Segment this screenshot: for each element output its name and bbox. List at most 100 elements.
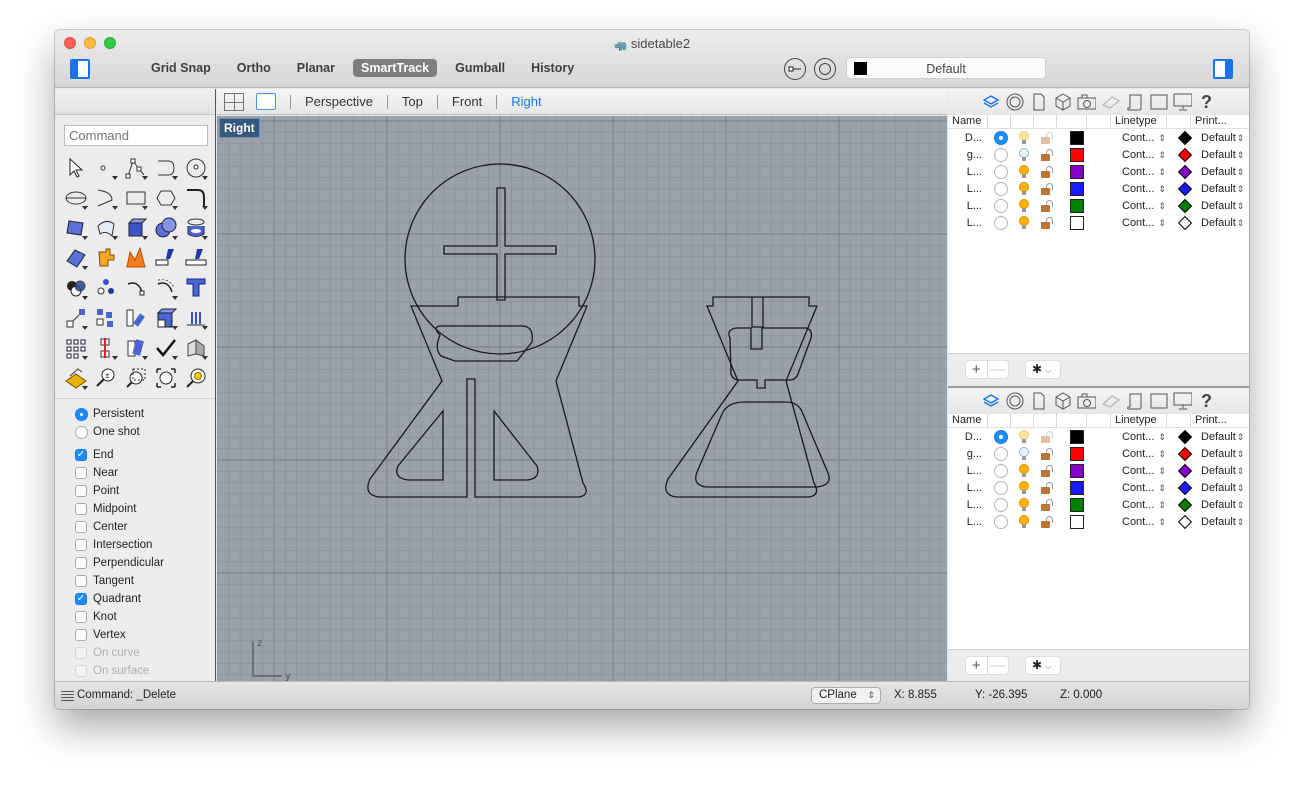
flyout-caret-icon[interactable] xyxy=(202,236,208,240)
surface-from-points-tool-button[interactable] xyxy=(61,213,91,243)
osnap-point-button[interactable] xyxy=(784,58,806,80)
linetype-column-header[interactable]: Linetype xyxy=(1111,115,1167,128)
linetype-select[interactable]: Cont... ⇕ xyxy=(1122,217,1172,229)
remove-layer-button[interactable]: — xyxy=(986,361,1009,378)
lightbulb-icon[interactable] xyxy=(1018,130,1030,145)
layer-color-swatch[interactable] xyxy=(1070,198,1084,213)
flyout-caret-icon[interactable] xyxy=(142,236,148,240)
text-tool-button[interactable] xyxy=(181,273,211,303)
layer-color-swatch[interactable] xyxy=(1070,429,1084,444)
flyout-caret-icon[interactable] xyxy=(202,356,208,360)
flyout-caret-icon[interactable] xyxy=(82,296,88,300)
print-width-select[interactable]: Default⇕ xyxy=(1201,516,1244,528)
layer-name[interactable]: L... xyxy=(948,516,986,528)
flyout-caret-icon[interactable] xyxy=(82,326,88,330)
current-layer-radio[interactable] xyxy=(994,497,1008,512)
mode-gumball-button[interactable]: Gumball xyxy=(447,59,513,77)
current-layer-radio[interactable] xyxy=(994,198,1008,213)
polygon-tool-button[interactable] xyxy=(151,183,181,213)
document-icon[interactable] xyxy=(1029,93,1048,112)
light-tool-button[interactable] xyxy=(61,363,91,393)
toggle-left-sidebar-button[interactable] xyxy=(70,59,90,79)
curve-edit-tool-button[interactable] xyxy=(121,273,151,303)
layer-row[interactable]: L... Cont... ⇕ Default⇕ xyxy=(948,462,1249,479)
print-width-select[interactable]: Default⇕ xyxy=(1201,166,1244,178)
flyout-caret-icon[interactable] xyxy=(112,356,118,360)
flyout-caret-icon[interactable] xyxy=(112,206,118,210)
layer-row[interactable]: D... Cont... ⇕ Default⇕ xyxy=(948,129,1249,146)
remove-layer-button[interactable]: — xyxy=(986,657,1009,674)
print-width-select[interactable]: Default⇕ xyxy=(1201,431,1244,443)
print-width-select[interactable]: Default⇕ xyxy=(1201,132,1244,144)
leg-piece-left-curve[interactable] xyxy=(367,296,588,498)
flyout-caret-icon[interactable] xyxy=(202,326,208,330)
mode-grid-snap-button[interactable]: Grid Snap xyxy=(143,59,219,77)
arc-tool-button[interactable] xyxy=(91,183,121,213)
document-icon[interactable] xyxy=(1029,392,1048,411)
lightbulb-icon[interactable] xyxy=(1018,215,1030,230)
mode-planar-button[interactable]: Planar xyxy=(289,59,343,77)
print-width-select[interactable]: Default⇕ xyxy=(1201,465,1244,477)
camera-icon[interactable] xyxy=(1077,392,1096,411)
print-color-diamond[interactable] xyxy=(1177,446,1193,461)
osnap-knot[interactable]: Knot xyxy=(75,608,164,626)
cylinder-tool-button[interactable] xyxy=(181,213,211,243)
mode-ortho-button[interactable]: Ortho xyxy=(229,59,279,77)
flyout-caret-icon[interactable] xyxy=(82,206,88,210)
layers-icon[interactable] xyxy=(981,93,1000,112)
flyout-caret-icon[interactable] xyxy=(202,176,208,180)
tab-front[interactable]: Front xyxy=(452,94,482,109)
checkbox[interactable] xyxy=(75,575,87,587)
layer-color-swatch[interactable] xyxy=(1070,130,1084,145)
lock-icon[interactable] xyxy=(1041,165,1053,178)
flyout-caret-icon[interactable] xyxy=(142,176,148,180)
print-color-diamond[interactable] xyxy=(1177,429,1193,444)
curve-tool-button[interactable] xyxy=(151,153,181,183)
flyout-caret-icon[interactable] xyxy=(172,236,178,240)
current-layer-radio[interactable] xyxy=(994,215,1008,230)
add-layer-button[interactable]: + xyxy=(966,657,987,674)
solid-edit-tool-button[interactable] xyxy=(151,303,181,333)
lower-cutout-right-curve[interactable] xyxy=(695,401,830,488)
lock-icon[interactable] xyxy=(1041,148,1053,161)
box-tool-button[interactable] xyxy=(121,213,151,243)
move-tool-button[interactable] xyxy=(61,303,91,333)
lightbulb-icon[interactable] xyxy=(1018,164,1030,179)
camera-icon[interactable] xyxy=(1077,93,1096,112)
layer-name[interactable]: L... xyxy=(948,217,986,229)
current-layer-radio[interactable] xyxy=(994,130,1008,145)
print-width-select[interactable]: Default⇕ xyxy=(1201,499,1244,511)
linetype-select[interactable]: Cont... ⇕ xyxy=(1122,448,1172,460)
layer-row[interactable]: D... Cont... ⇕ Default⇕ xyxy=(948,428,1249,445)
zoom-selected-tool-button[interactable] xyxy=(181,363,211,393)
flyout-caret-icon[interactable] xyxy=(112,236,118,240)
checkbox[interactable] xyxy=(75,611,87,623)
name-column-header[interactable]: Name xyxy=(948,115,988,128)
left-triangle-cutout-curve[interactable] xyxy=(396,409,444,481)
viewport-icon[interactable] xyxy=(1149,93,1168,112)
layer-color-swatch[interactable] xyxy=(1070,497,1084,512)
upper-cutout-right-curve[interactable] xyxy=(728,327,813,389)
toggle-right-sidebar-button[interactable] xyxy=(1213,59,1233,79)
lightbulb-icon[interactable] xyxy=(1018,198,1030,213)
tab-perspective[interactable]: Perspective xyxy=(305,94,373,109)
rotate-tool-button[interactable] xyxy=(121,303,151,333)
lightbulb-icon[interactable] xyxy=(1018,514,1030,529)
linetype-select[interactable]: Cont... ⇕ xyxy=(1122,200,1172,212)
current-layer-radio[interactable] xyxy=(994,164,1008,179)
checkbox[interactable] xyxy=(75,467,87,479)
lock-icon[interactable] xyxy=(1041,199,1053,212)
osnap-quadrant[interactable]: ✓ Quadrant xyxy=(75,590,164,608)
notes-icon[interactable] xyxy=(1125,392,1144,411)
check-tool-button[interactable] xyxy=(151,333,181,363)
flyout-caret-icon[interactable] xyxy=(172,206,178,210)
layer-color-swatch[interactable] xyxy=(1070,164,1084,179)
tab-top[interactable]: Top xyxy=(402,94,423,109)
layer-name[interactable]: g... xyxy=(948,448,986,460)
print-color-diamond[interactable] xyxy=(1177,164,1193,179)
display-monitor-icon[interactable] xyxy=(1173,93,1192,112)
help-icon[interactable]: ? xyxy=(1197,92,1216,112)
layer-options-button[interactable]: ✱ ⌵ xyxy=(1025,360,1061,379)
layers-icon[interactable] xyxy=(981,392,1000,411)
points-tool-button[interactable] xyxy=(91,273,121,303)
